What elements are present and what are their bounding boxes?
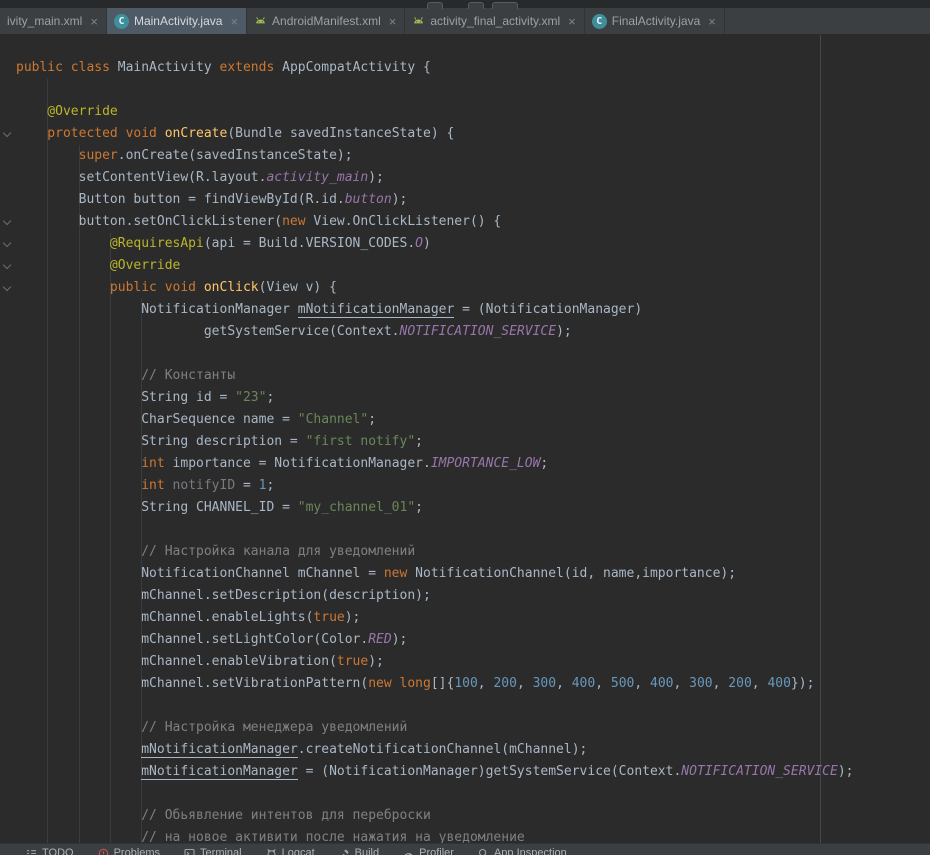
app-inspection-icon [478,848,489,855]
code-line: public class MainActivity extends AppCom… [16,57,930,79]
tab-label: AndroidManifest.xml [272,14,381,28]
code-line: // на новое активити после нажатия на ув… [16,827,930,843]
status-item-todo[interactable]: TODO [26,846,74,855]
profiler-icon [403,848,414,855]
code-line [16,783,930,805]
tab-label: ivity_main.xml [7,14,82,28]
code-line: public void onClick(View v) { [16,277,930,299]
code-line: mChannel.setVibrationPattern(new long[]{… [16,673,930,695]
status-item-problems[interactable]: Problems [98,846,160,855]
code-editor[interactable]: public class MainActivity extends AppCom… [14,57,930,843]
status-item-label: Problems [114,846,160,855]
status-item-build[interactable]: Build [339,846,379,855]
code-line: setContentView(R.layout.activity_main); [16,167,930,189]
tab-label: MainActivity.java [134,14,222,28]
tab-label: FinalActivity.java [612,14,700,28]
code-line: mNotificationManager.createNotificationC… [16,739,930,761]
status-item-label: App Inspection [494,846,567,855]
tab-finalactivity-java[interactable]: C FinalActivity.java × [585,8,725,34]
code-line: String CHANNEL_ID = "my_channel_01"; [16,497,930,519]
logcat-icon [266,848,277,855]
code-line: @Override [16,255,930,277]
tab-androidmanifest-xml[interactable]: AndroidManifest.xml × [247,8,405,34]
status-item-terminal[interactable]: Terminal [184,846,242,855]
toolbar-button-remnant [427,2,443,9]
editor-area: public class MainActivity extends AppCom… [0,35,930,843]
fold-marker-icon[interactable] [3,218,12,227]
status-item-logcat[interactable]: Logcat [266,846,315,855]
code-line [16,79,930,101]
toolbar-button-remnant [468,2,484,9]
code-line [16,343,930,365]
code-line: CharSequence name = "Channel"; [16,409,930,431]
code-line: NotificationChannel mChannel = new Notif… [16,563,930,585]
code-line [16,519,930,541]
close-icon[interactable]: × [568,15,576,28]
status-item-label: TODO [42,846,74,855]
code-line: Button button = findViewById(R.id.button… [16,189,930,211]
java-class-icon: C [114,14,129,29]
fold-marker-icon[interactable] [3,240,12,249]
problems-icon [98,848,109,855]
code-line: @Override [16,101,930,123]
code-line: mNotificationManager = (NotificationMana… [16,761,930,783]
todo-list-icon [26,848,37,855]
fold-marker-icon[interactable] [3,284,12,293]
status-bar: TODO Problems Terminal Logcat Build Profiler A… [0,843,930,855]
code-line [16,695,930,717]
code-line: protected void onCreate(Bundle savedInst… [16,123,930,145]
status-item-label: Build [355,846,379,855]
tab-label: activity_final_activity.xml [430,14,560,28]
code-line: String id = "23"; [16,387,930,409]
code-line: mChannel.enableVibration(true); [16,651,930,673]
toolbar-strip [0,0,930,8]
code-line: String description = "first notify"; [16,431,930,453]
code-line: mChannel.enableLights(true); [16,607,930,629]
code-line: super.onCreate(savedInstanceState); [16,145,930,167]
code-line: // Настройка канала для уведомлений [16,541,930,563]
code-line: int importance = NotificationManager.IMP… [16,453,930,475]
android-icon [412,15,425,28]
code-line: mChannel.setLightColor(Color.RED); [16,629,930,651]
tab-mainactivity-java[interactable]: C MainActivity.java × [107,8,247,34]
status-item-label: Logcat [282,846,315,855]
code-line: // Константы [16,365,930,387]
code-line: NotificationManager mNotificationManager… [16,299,930,321]
code-line: // Настройка менеджера уведомлений [16,717,930,739]
editor-tab-bar: ivity_main.xml×CMainActivity.java×Androi… [0,8,930,35]
toolbar-button-remnant [492,2,518,9]
close-icon[interactable]: × [230,15,238,28]
code-line: // Обьявление интентов для переброски [16,805,930,827]
tab-activity-final-activity-xml[interactable]: activity_final_activity.xml × [405,8,584,34]
code-line: @RequiresApi(api = Build.VERSION_CODES.O… [16,233,930,255]
fold-marker-icon[interactable] [3,130,12,139]
terminal-icon [184,848,195,855]
fold-marker-icon[interactable] [3,262,12,271]
android-icon [254,15,267,28]
status-item-label: Terminal [200,846,242,855]
close-icon[interactable]: × [90,15,98,28]
code-line: getSystemService(Context.NOTIFICATION_SE… [16,321,930,343]
editor-gutter [0,35,14,843]
code-line: button.setOnClickListener(new View.OnCli… [16,211,930,233]
tab-ivity-main-xml[interactable]: ivity_main.xml × [0,8,107,34]
tool-window-buttons: TODO Problems Terminal Logcat Build Profiler A… [26,846,567,855]
build-hammer-icon [339,848,350,855]
status-item-app-inspection[interactable]: App Inspection [478,846,567,855]
close-icon[interactable]: × [708,15,716,28]
status-item-profiler[interactable]: Profiler [403,846,454,855]
java-class-icon: C [592,14,607,29]
code-line: int notifyID = 1; [16,475,930,497]
close-icon[interactable]: × [389,15,397,28]
code-line: mChannel.setDescription(description); [16,585,930,607]
status-item-label: Profiler [419,846,454,855]
